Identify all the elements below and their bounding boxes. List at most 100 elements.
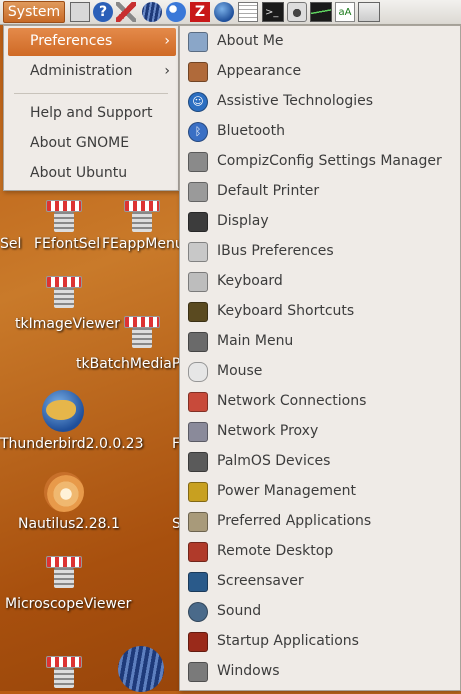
sound-icon: [188, 602, 208, 622]
pref-item-windows[interactable]: Windows: [186, 658, 456, 686]
menu-item-label: Preferences: [30, 33, 113, 49]
lamp-shade-icon: [46, 276, 82, 288]
globe-icon[interactable]: [142, 2, 162, 22]
pref-label: Assistive Technologies: [217, 93, 374, 109]
system-menu: Preferences › Administration › Help and …: [3, 25, 179, 191]
pref-item-main-menu[interactable]: Main Menu: [186, 328, 456, 356]
chevron-right-icon: ›: [164, 63, 170, 79]
lamp-shade-icon: [46, 200, 82, 212]
pref-label: About Me: [217, 33, 284, 49]
network-proxy-icon: [188, 422, 208, 442]
desktop-label-tkimageviewer[interactable]: tkImageViewer: [15, 316, 120, 332]
pref-item-network-connections[interactable]: Network Connections: [186, 388, 456, 416]
desktop-icon-tkimageviewer[interactable]: [44, 272, 84, 308]
menu-item-label: Help and Support: [30, 105, 153, 121]
desktop-label-thunderbird[interactable]: Thunderbird2.0.0.23: [0, 436, 144, 452]
desktop-icon-globe[interactable]: [118, 646, 166, 694]
menu-item-label: About Ubuntu: [30, 165, 128, 181]
desktop-label-sel[interactable]: Sel: [0, 236, 21, 252]
lamp-shade-icon: [46, 556, 82, 568]
pref-item-compizconfig[interactable]: CompizConfig Settings Manager: [186, 148, 456, 176]
pref-item-preferred-applications[interactable]: Preferred Applications: [186, 508, 456, 536]
thunderbird-icon[interactable]: [214, 2, 234, 22]
pref-item-power-management[interactable]: Power Management: [186, 478, 456, 506]
compiz-icon: [188, 152, 208, 172]
desktop-label-fefontsel[interactable]: FEfontSel: [34, 236, 100, 252]
keyboard-icon: [188, 272, 208, 292]
pref-item-mouse[interactable]: Mouse: [186, 358, 456, 386]
desktop-icon-fefontsel[interactable]: [44, 196, 84, 232]
pref-item-assistive-technologies[interactable]: ☺ Assistive Technologies: [186, 88, 456, 116]
firefox-alt-icon[interactable]: [166, 2, 186, 22]
desktop-label-microscopeviewer[interactable]: MicroscopeViewer: [5, 596, 131, 612]
desktop-icon-feappmenu[interactable]: [122, 196, 162, 232]
globe-icon: [118, 646, 164, 692]
pref-label: Bluetooth: [217, 123, 285, 139]
pref-label: Network Proxy: [217, 423, 319, 439]
pref-item-display[interactable]: Display: [186, 208, 456, 236]
pref-item-startup-applications[interactable]: Startup Applications: [186, 628, 456, 656]
lamp-base-icon: [132, 212, 152, 232]
tools-icon[interactable]: [116, 2, 136, 22]
system-monitor-icon[interactable]: [310, 2, 332, 22]
calculator-icon[interactable]: [70, 2, 90, 22]
pref-item-about-me[interactable]: About Me: [186, 28, 456, 56]
pref-item-ibus-preferences[interactable]: IBus Preferences: [186, 238, 456, 266]
text-editor-icon[interactable]: [238, 2, 258, 22]
pref-item-appearance[interactable]: Appearance: [186, 58, 456, 86]
menu-item-preferences[interactable]: Preferences ›: [8, 28, 176, 56]
preferred-apps-icon: [188, 512, 208, 532]
mouse-icon: [188, 362, 208, 382]
pref-item-sound[interactable]: Sound: [186, 598, 456, 626]
terminal-icon[interactable]: >_: [262, 2, 284, 22]
desktop-icon-microscopeviewer[interactable]: [44, 552, 84, 588]
lamp-shade-icon: [46, 656, 82, 668]
desktop-label-tkbatchmediaplayer[interactable]: tkBatchMediaPl: [76, 356, 184, 372]
pref-label: Windows: [217, 663, 280, 679]
pref-item-network-proxy[interactable]: Network Proxy: [186, 418, 456, 446]
ibus-icon: [188, 242, 208, 262]
pref-label: Keyboard: [217, 273, 283, 289]
pref-item-default-printer[interactable]: Default Printer: [186, 178, 456, 206]
pref-item-keyboard-shortcuts[interactable]: Keyboard Shortcuts: [186, 298, 456, 326]
menu-separator: [14, 93, 168, 94]
camera-icon[interactable]: [287, 2, 307, 22]
pref-item-remote-desktop[interactable]: Remote Desktop: [186, 538, 456, 566]
pref-label: Mouse: [217, 363, 263, 379]
appearance-icon: [188, 62, 208, 82]
lamp-shade-icon: [124, 316, 160, 328]
pref-label: Remote Desktop: [217, 543, 334, 559]
pref-label: CompizConfig Settings Manager: [217, 153, 442, 169]
menu-item-about-ubuntu[interactable]: About Ubuntu: [8, 160, 176, 188]
lamp-base-icon: [132, 328, 152, 348]
pref-item-keyboard[interactable]: Keyboard: [186, 268, 456, 296]
desktop-label-nautilus[interactable]: Nautilus2.28.1: [18, 516, 120, 532]
screen-icon[interactable]: [358, 2, 380, 22]
menu-item-about-gnome[interactable]: About GNOME: [8, 130, 176, 158]
pref-label: Appearance: [217, 63, 302, 79]
desktop-label-feappmenu[interactable]: FEappMenu: [102, 236, 184, 252]
system-menu-button[interactable]: System: [3, 1, 65, 23]
pref-label: Sound: [217, 603, 262, 619]
pref-item-palmos-devices[interactable]: PalmOS Devices: [186, 448, 456, 476]
help-icon[interactable]: ?: [93, 2, 113, 22]
menu-item-administration[interactable]: Administration ›: [8, 58, 176, 86]
screensaver-icon: [188, 572, 208, 592]
display-icon: [188, 212, 208, 232]
power-icon: [188, 482, 208, 502]
desktop-icon-thunderbird[interactable]: [40, 388, 88, 436]
pref-item-bluetooth[interactable]: ᛒ Bluetooth: [186, 118, 456, 146]
desktop-icon-nautilus[interactable]: [42, 470, 86, 514]
filezilla-icon[interactable]: Z: [190, 2, 210, 22]
pref-label: PalmOS Devices: [217, 453, 331, 469]
pref-label: Display: [217, 213, 269, 229]
menu-item-help-and-support[interactable]: Help and Support: [8, 100, 176, 128]
pref-label: Startup Applications: [217, 633, 359, 649]
font-viewer-icon[interactable]: aA: [335, 2, 355, 22]
desktop-icon-lamp-bottom[interactable]: [44, 652, 84, 688]
preferences-submenu: About Me Appearance ☺ Assistive Technolog…: [179, 25, 461, 691]
pref-label: Screensaver: [217, 573, 304, 589]
pref-item-screensaver[interactable]: Screensaver: [186, 568, 456, 596]
lamp-base-icon: [54, 668, 74, 688]
desktop-icon-tkbatchmediaplayer[interactable]: [122, 312, 162, 348]
